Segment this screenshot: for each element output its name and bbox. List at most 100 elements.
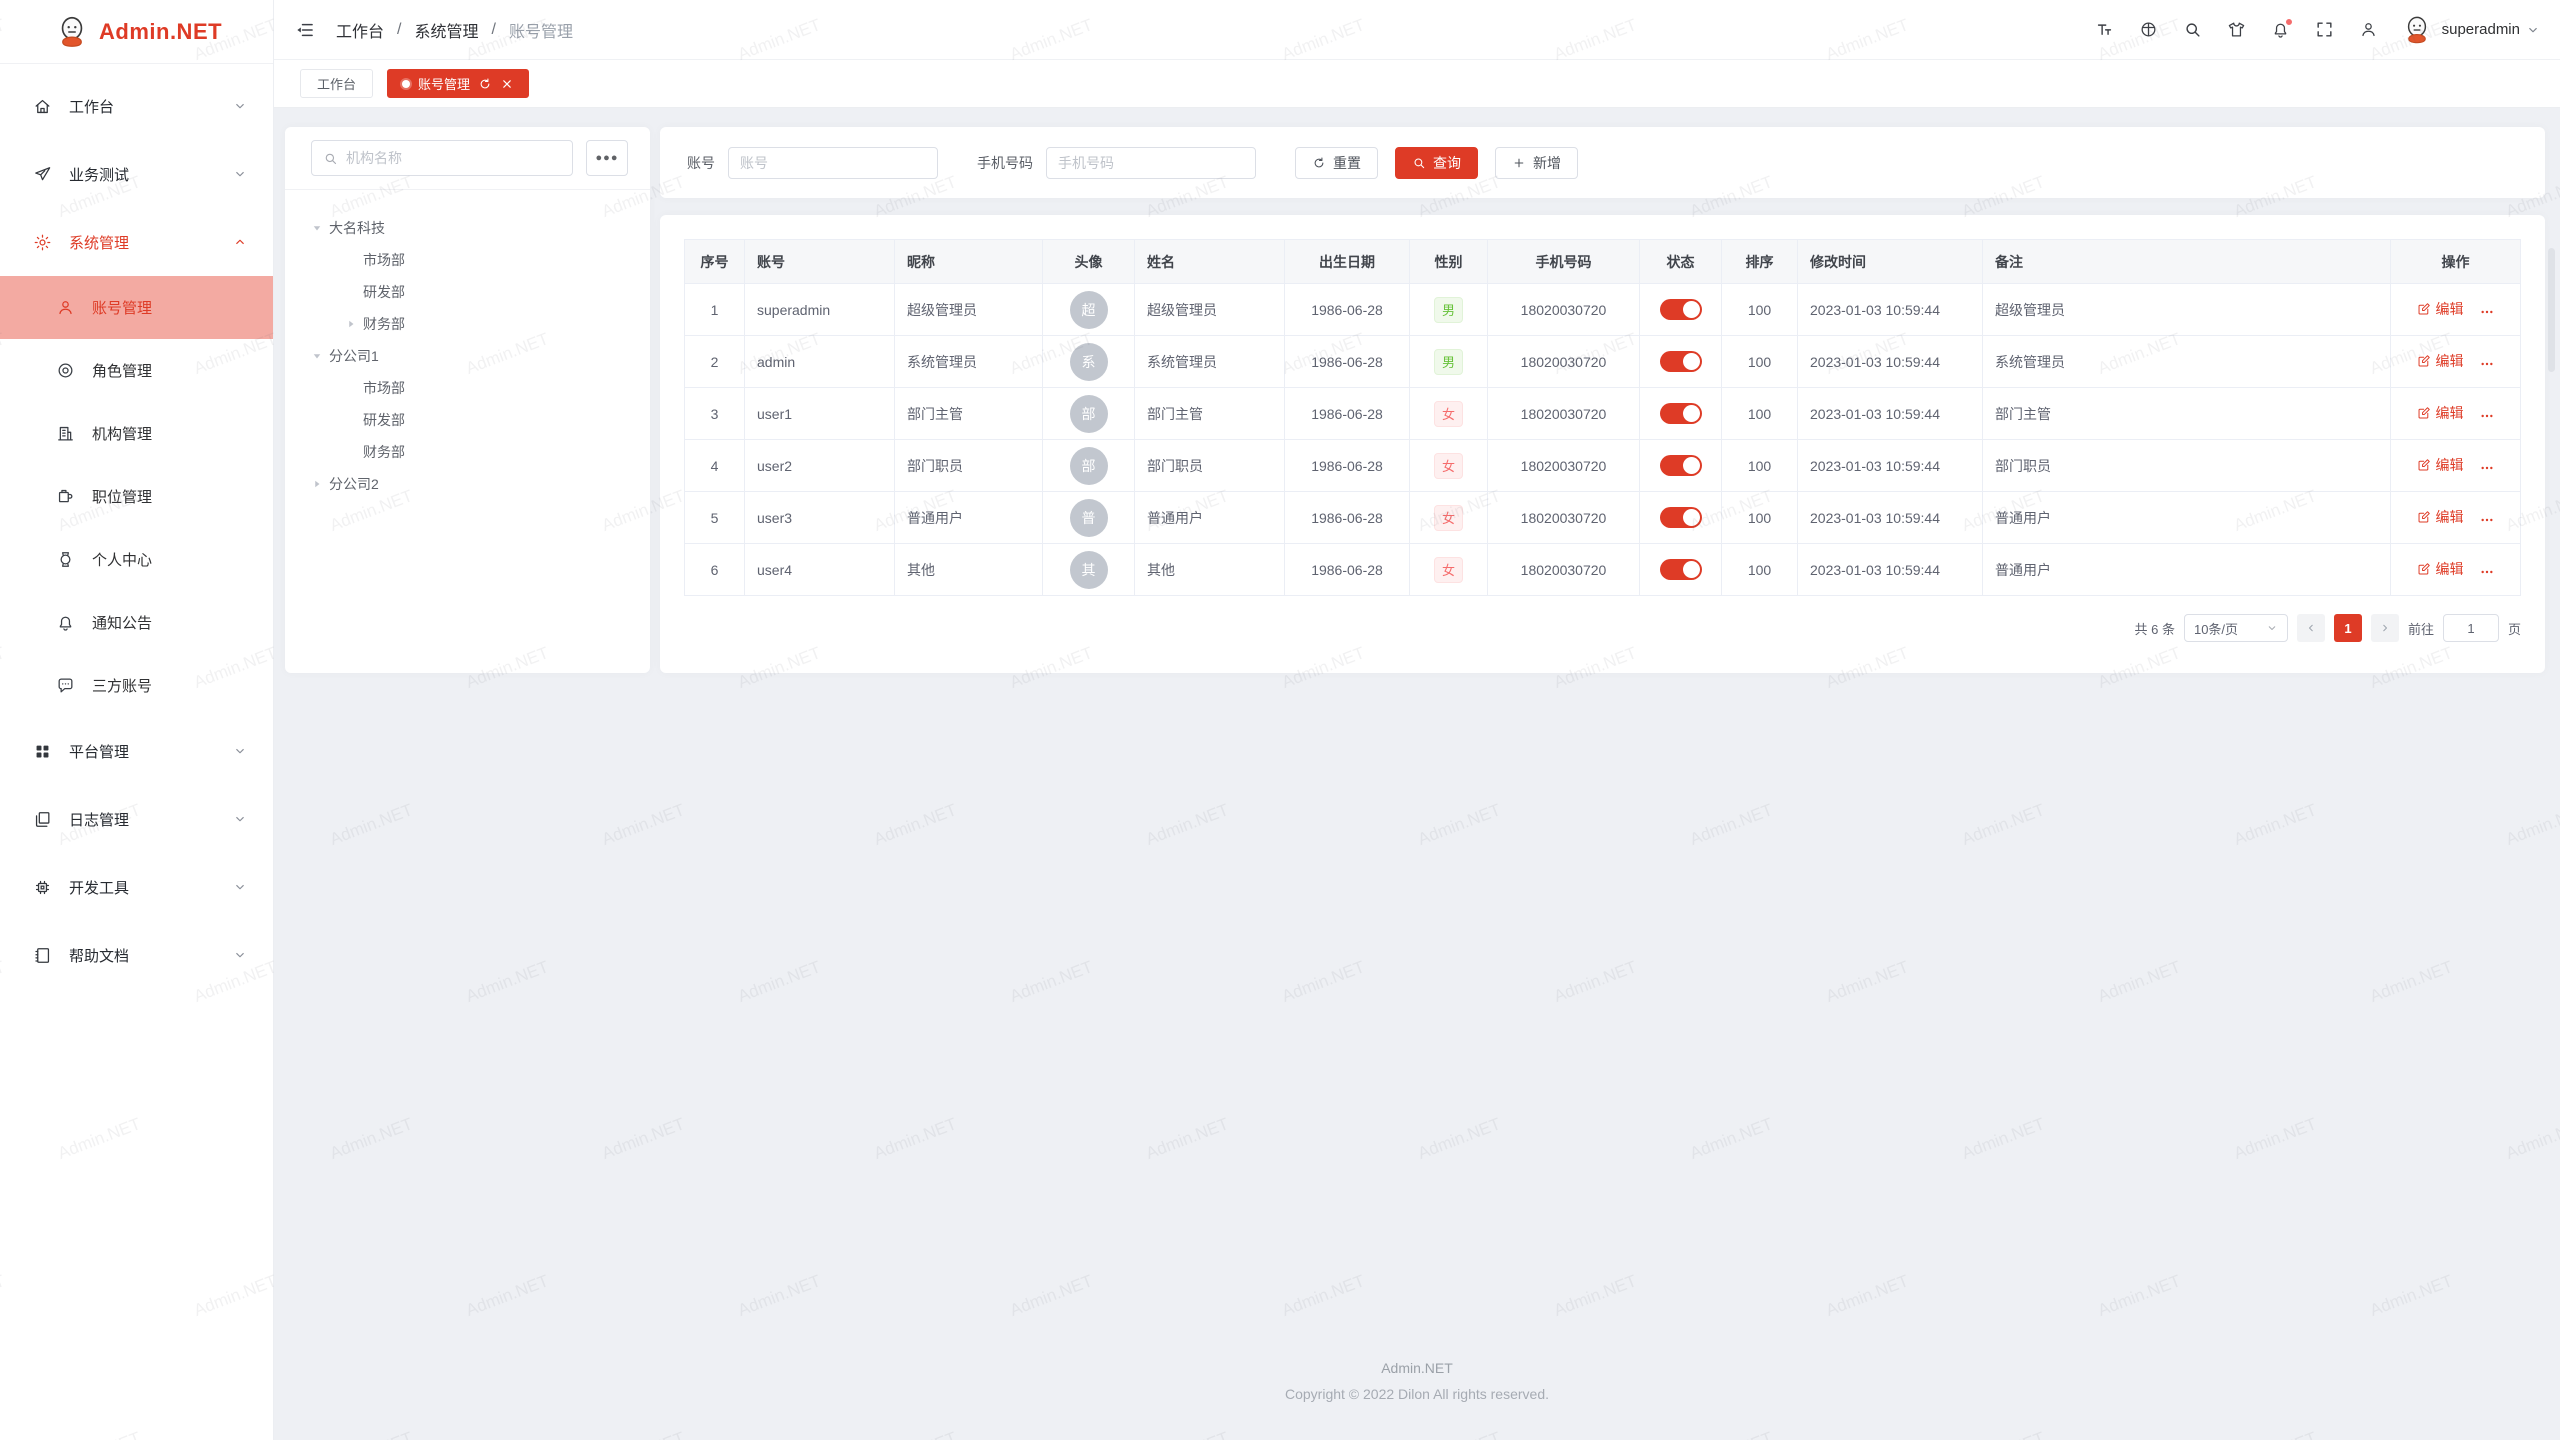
cell-index: 3	[685, 388, 745, 440]
edit-button[interactable]: 编辑	[2417, 559, 2464, 579]
goto-page-input[interactable]	[2443, 614, 2499, 642]
status-toggle[interactable]	[1660, 455, 1702, 476]
edit-button[interactable]: 编辑	[2417, 455, 2464, 475]
account-input[interactable]	[728, 147, 938, 179]
sidebar-item-log-management[interactable]: 日志管理	[0, 785, 273, 853]
topbar: 工作台 / 系统管理 / 账号管理 superadmin	[274, 0, 2560, 60]
page-size-select[interactable]: 10条/页	[2184, 614, 2288, 642]
right-column: 账号 手机号码 重置 查询 新增	[660, 127, 2545, 1440]
tree-node-label: 研发部	[363, 410, 405, 430]
cell-phone: 18020030720	[1488, 336, 1640, 388]
user-avatar[interactable]	[2401, 14, 2433, 46]
sidebar-item-org-management[interactable]: 机构管理	[0, 402, 273, 465]
notebook-icon	[33, 946, 52, 965]
sidebar-item-dev-tools[interactable]: 开发工具	[0, 853, 273, 921]
toggle-knob	[1683, 561, 1700, 578]
collapse-sidebar-button[interactable]	[290, 15, 320, 45]
documents-icon	[33, 810, 52, 829]
sidebar-item-role-management[interactable]: 角色管理	[0, 339, 273, 402]
status-toggle[interactable]	[1660, 559, 1702, 580]
sidebar-item-platform-management[interactable]: 平台管理	[0, 717, 273, 785]
role-icon	[56, 361, 75, 380]
tree-node-label: 市场部	[363, 378, 405, 398]
close-icon[interactable]	[500, 77, 514, 91]
org-more-button[interactable]: ●●●	[586, 140, 628, 176]
notification-button[interactable]	[2259, 9, 2303, 51]
breadcrumb-item[interactable]: 系统管理	[414, 18, 478, 42]
status-toggle[interactable]	[1660, 403, 1702, 424]
tree-node[interactable]: 大名科技	[311, 212, 638, 244]
row-more-button[interactable]	[2479, 564, 2495, 580]
fullscreen-button[interactable]	[2303, 9, 2347, 51]
sidebar-item-business-test[interactable]: 业务测试	[0, 140, 273, 208]
sidebar-item-personal-center[interactable]: 个人中心	[0, 528, 273, 591]
current-page[interactable]: 1	[2334, 614, 2362, 642]
sidebar-item-system-management[interactable]: 系统管理	[0, 208, 273, 276]
building-icon	[56, 424, 75, 443]
edit-button[interactable]: 编辑	[2417, 403, 2464, 423]
tree-node-label: 分公司1	[329, 346, 379, 366]
col-header: 账号	[745, 240, 895, 284]
prev-page-button[interactable]	[2297, 614, 2325, 642]
sidebar-item-workbench[interactable]: 工作台	[0, 72, 273, 140]
sidebar-item-notice[interactable]: 通知公告	[0, 591, 273, 654]
caret-collapsed-icon[interactable]	[345, 318, 357, 330]
cell-name: 其他	[1135, 544, 1285, 596]
chevron-down-icon[interactable]	[2526, 23, 2540, 37]
tree-node[interactable]: 分公司1	[311, 340, 638, 372]
cell-account: admin	[745, 336, 895, 388]
row-more-button[interactable]	[2479, 304, 2495, 320]
col-header: 排序	[1722, 240, 1798, 284]
phone-input[interactable]	[1046, 147, 1256, 179]
status-toggle[interactable]	[1660, 299, 1702, 320]
row-more-button[interactable]	[2479, 512, 2495, 528]
row-more-button[interactable]	[2479, 408, 2495, 424]
tree-node[interactable]: 财务部	[311, 436, 638, 468]
edit-button[interactable]: 编辑	[2417, 507, 2464, 527]
cell-name: 超级管理员	[1135, 284, 1285, 336]
tree-node[interactable]: 分公司2	[311, 468, 638, 500]
reset-button[interactable]: 重置	[1295, 147, 1378, 179]
layout-config-button[interactable]	[2347, 9, 2391, 51]
brand-logo[interactable]: Admin.NET	[0, 0, 273, 64]
org-search-input[interactable]	[346, 150, 561, 166]
breadcrumb: 工作台 / 系统管理 / 账号管理	[336, 18, 573, 42]
tree-node[interactable]: 研发部	[311, 404, 638, 436]
next-page-button[interactable]	[2371, 614, 2399, 642]
status-toggle[interactable]	[1660, 507, 1702, 528]
refresh-icon[interactable]	[478, 77, 492, 91]
chevron-down-icon	[233, 812, 247, 826]
username[interactable]: superadmin	[2442, 21, 2520, 38]
breadcrumb-item[interactable]: 工作台	[336, 18, 384, 42]
language-button[interactable]	[2127, 9, 2171, 51]
font-size-button[interactable]	[2083, 9, 2127, 51]
col-header: 备注	[1983, 240, 2391, 284]
tree-node[interactable]: 研发部	[311, 276, 638, 308]
cell-nickname: 其他	[895, 544, 1043, 596]
caret-expanded-icon[interactable]	[311, 222, 323, 234]
caret-collapsed-icon[interactable]	[311, 478, 323, 490]
add-button[interactable]: 新增	[1495, 147, 1578, 179]
tab-account-management[interactable]: 账号管理	[387, 69, 529, 98]
search-button[interactable]	[2171, 9, 2215, 51]
row-more-button[interactable]	[2479, 460, 2495, 476]
tree-node[interactable]: 市场部	[311, 372, 638, 404]
caret-expanded-icon[interactable]	[311, 350, 323, 362]
row-more-button[interactable]	[2479, 356, 2495, 372]
sidebar-item-help-docs[interactable]: 帮助文档	[0, 921, 273, 989]
edit-button[interactable]: 编辑	[2417, 299, 2464, 319]
sidebar-item-label: 职位管理	[92, 486, 247, 507]
scrollbar-thumb[interactable]	[2548, 248, 2555, 372]
sidebar-item-position-management[interactable]: 职位管理	[0, 465, 273, 528]
edit-button[interactable]: 编辑	[2417, 351, 2464, 371]
font-size-icon	[2095, 20, 2114, 39]
tree-node[interactable]: 市场部	[311, 244, 638, 276]
search-button[interactable]: 查询	[1395, 147, 1478, 179]
sidebar-item-third-party-account[interactable]: 三方账号	[0, 654, 273, 717]
theme-button[interactable]	[2215, 9, 2259, 51]
sidebar-item-account-management[interactable]: 账号管理	[0, 276, 273, 339]
tree-node[interactable]: 财务部	[311, 308, 638, 340]
status-toggle[interactable]	[1660, 351, 1702, 372]
tab-workbench[interactable]: 工作台	[300, 69, 373, 98]
tree-node-label: 财务部	[363, 442, 405, 462]
